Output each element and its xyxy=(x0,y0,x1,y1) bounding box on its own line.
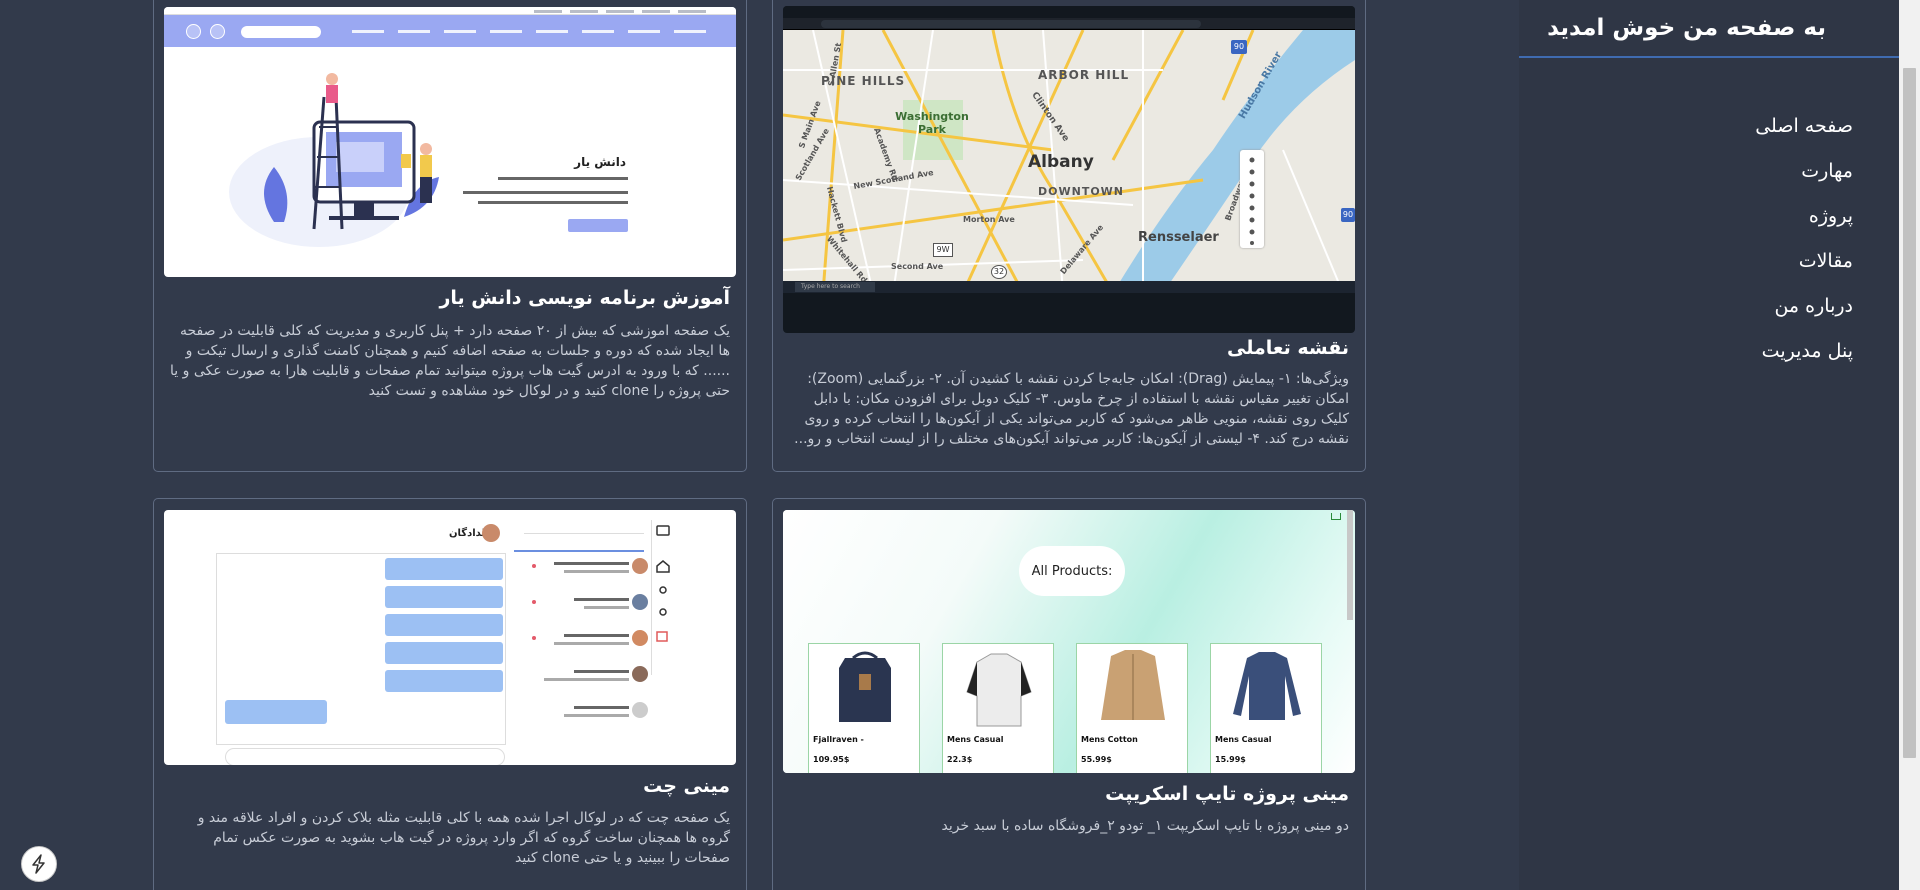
chat-header-avatar xyxy=(482,524,500,542)
site-search xyxy=(241,26,321,38)
message-bubble xyxy=(385,670,503,692)
route-shield: 9W xyxy=(933,243,953,257)
map-label: ARBOR HILL xyxy=(1038,68,1130,82)
nav-item-admin-panel[interactable]: پنل مدیریت xyxy=(1762,335,1853,380)
product-price: 15.99$ xyxy=(1215,755,1246,764)
project-card-mini-chat[interactable]: دلدادگان مینی چت یک صفحه چت که در لوکال … xyxy=(153,498,747,890)
windows-taskbar: Type here to search xyxy=(783,281,1355,293)
lightning-icon[interactable] xyxy=(21,846,57,882)
map-label: Washington Park xyxy=(895,110,969,136)
nav-item-projects[interactable]: پروژه xyxy=(1809,200,1853,245)
map-icon-toolbar[interactable] xyxy=(1240,150,1264,248)
product-price: 22.3$ xyxy=(947,755,973,764)
route-shield: 90 xyxy=(1341,208,1355,222)
map-label: Second Ave xyxy=(891,262,944,271)
card-title: مینی چت xyxy=(643,775,730,797)
message-bubble xyxy=(385,614,503,636)
sidebar-header: به صفحه من خوش امدید xyxy=(1519,0,1899,58)
site-navbar xyxy=(164,15,736,47)
project-screenshot: PINE HILLS ARBOR HILL Washington Park Al… xyxy=(783,6,1355,333)
message-bubble xyxy=(385,558,503,580)
nav-item-skills[interactable]: مهارت xyxy=(1801,155,1853,200)
product-card: Fjallraven - 109.95$ xyxy=(808,643,920,773)
project-screenshot: دانش یار xyxy=(164,7,736,277)
browser-address-bar xyxy=(783,18,1355,30)
shop-heading: All Products: xyxy=(1019,546,1125,596)
taskbar-search: Type here to search xyxy=(795,282,875,292)
card-title: آموزش برنامه نویسی دانش یار xyxy=(439,287,730,309)
nav-item-home[interactable]: صفحه اصلی xyxy=(1755,110,1853,155)
sidebar-title: به صفحه من خوش امدید xyxy=(1547,15,1826,41)
product-card: Mens Cotton 55.99$ xyxy=(1076,643,1188,773)
sidebar-nav: صفحه اصلی مهارت پروژه مقالات درباره من پ… xyxy=(1519,110,1899,380)
message-bubble xyxy=(385,642,503,664)
project-screenshot: All Products: Fjallraven - 109.95$ Mens … xyxy=(783,510,1355,773)
card-title: نقشه تعاملی xyxy=(1226,337,1349,359)
sidebar: به صفحه من خوش امدید صفحه اصلی مهارت پرو… xyxy=(1519,0,1899,890)
project-card-interactive-map[interactable]: PINE HILLS ARBOR HILL Washington Park Al… xyxy=(772,0,1366,472)
hero-text-line xyxy=(478,201,628,204)
page-scrollbar[interactable] xyxy=(1899,0,1920,890)
site-menu xyxy=(352,30,706,33)
message-input xyxy=(225,748,505,765)
message-bubble xyxy=(385,586,503,608)
product-name: Fjallraven - xyxy=(813,735,864,744)
route-shield: 90 xyxy=(1231,40,1247,54)
map-label: Morton Ave xyxy=(963,215,1015,224)
product-card: Mens Casual 22.3$ xyxy=(942,643,1054,773)
user-icon xyxy=(186,24,201,39)
chat-sidebar xyxy=(651,520,673,675)
site-topbar xyxy=(164,7,736,15)
product-name: Mens Casual xyxy=(947,735,1004,744)
scrollbar-thumb[interactable] xyxy=(1903,68,1916,758)
map-label: Albany xyxy=(1028,152,1094,172)
card-description: یک صفحه اموزشی که بیش از ۲۰ صفحه دارد + … xyxy=(170,323,730,399)
card-title: مینی پروژه تایپ اسکریپت xyxy=(1105,783,1349,805)
route-shield: 32 xyxy=(991,265,1007,279)
map-label: Rensselaer xyxy=(1138,230,1219,245)
chat-icon xyxy=(210,24,225,39)
site-hero-title: دانش یار xyxy=(574,155,626,169)
project-card-danesh-yar[interactable]: دانش یار آموزش برنامه نویسی دانش یار یک … xyxy=(153,0,747,472)
message-bubble xyxy=(225,700,327,724)
project-screenshot: دلدادگان xyxy=(164,510,736,765)
hero-text-line xyxy=(498,177,628,180)
project-card-typescript[interactable]: All Products: Fjallraven - 109.95$ Mens … xyxy=(772,498,1366,890)
card-description: دو مینی پروژه با تایپ اسکریپت ۱_ تودو ۲_… xyxy=(941,818,1350,834)
product-price: 109.95$ xyxy=(813,755,850,764)
card-description: ویژگی‌ها: ۱- پیمایش (Drag): امکان جابه‌ج… xyxy=(794,371,1349,447)
cart-icon xyxy=(1331,513,1341,520)
product-card: Mens Casual 15.99$ xyxy=(1210,643,1322,773)
map-canvas: PINE HILLS ARBOR HILL Washington Park Al… xyxy=(783,30,1355,293)
product-name: Mens Cotton xyxy=(1081,735,1138,744)
chat-messages-panel xyxy=(216,553,506,765)
card-description: یک صفحه چت که در لوکال اجرا شده همه با ک… xyxy=(197,810,730,866)
product-price: 55.99$ xyxy=(1081,755,1112,764)
chat-contact-list xyxy=(504,520,654,760)
site-all-courses-button xyxy=(568,219,628,232)
browser-tabbar xyxy=(783,6,1355,18)
product-name: Mens Casual xyxy=(1215,735,1272,744)
map-label: DOWNTOWN xyxy=(1038,185,1125,198)
nav-item-articles[interactable]: مقالات xyxy=(1799,245,1853,290)
hero-text-line xyxy=(463,191,628,194)
hero-illustration xyxy=(229,73,439,247)
nav-item-about[interactable]: درباره من xyxy=(1774,290,1853,335)
inner-scrollbar xyxy=(1347,510,1353,620)
